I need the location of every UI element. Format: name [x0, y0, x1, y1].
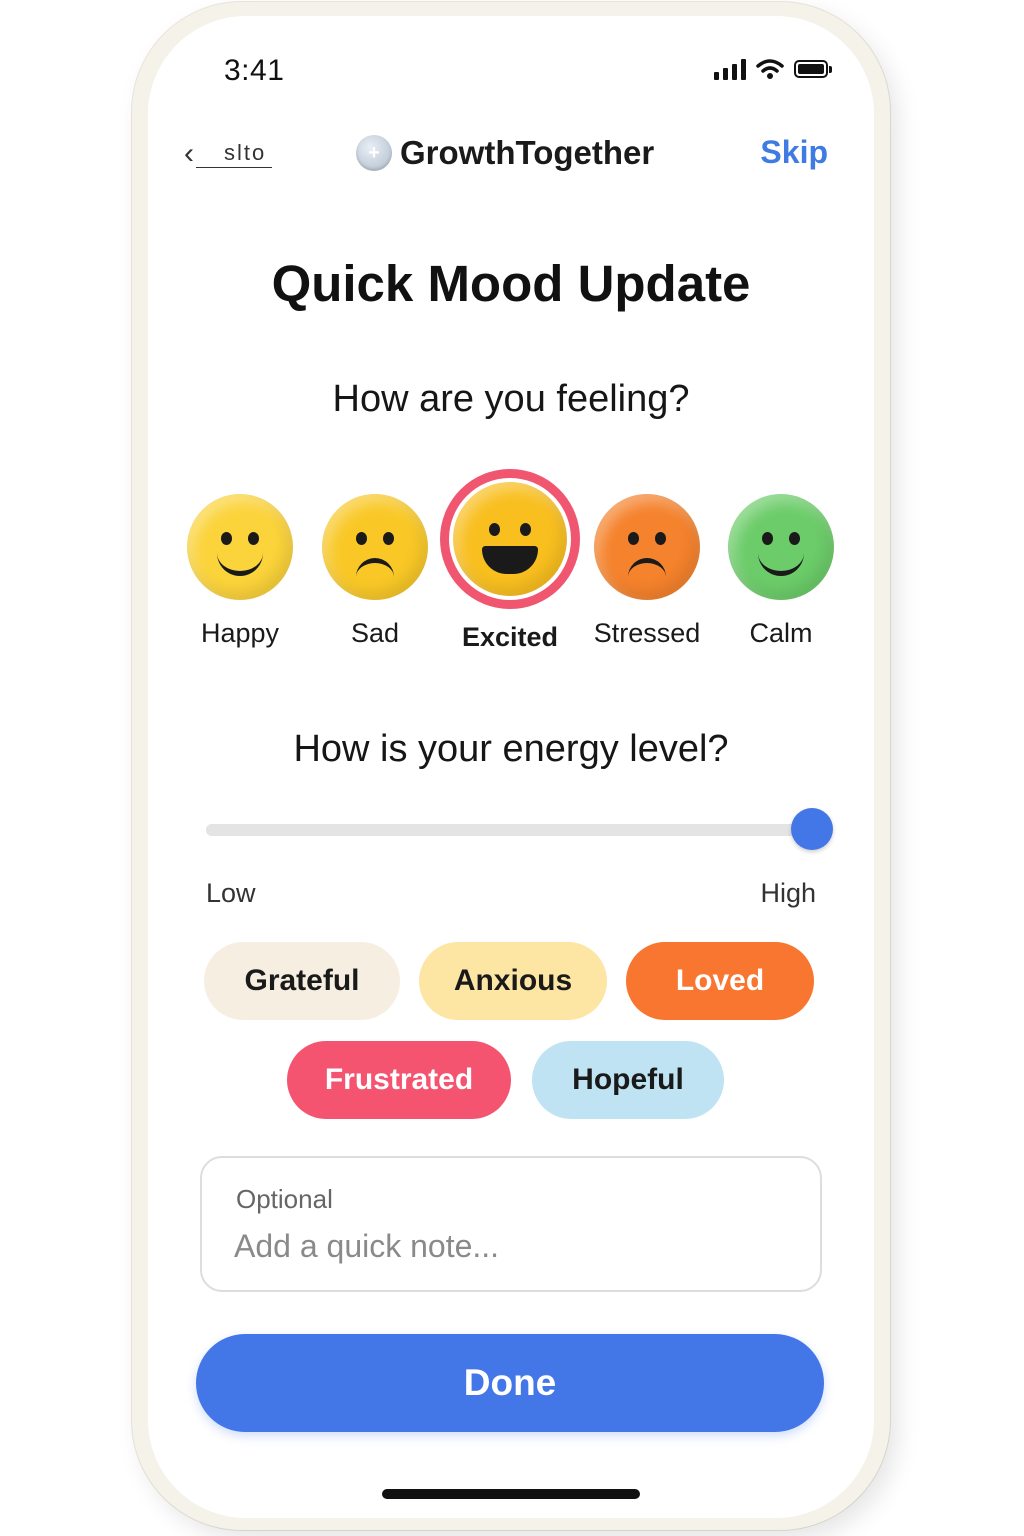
mood-option-happy[interactable]: Happy	[180, 478, 300, 649]
mood-label: Happy	[200, 618, 280, 648]
tag-chip-frustrated[interactable]: Frustrated	[287, 1041, 511, 1119]
tag-chip-anxious[interactable]: Anxious	[419, 942, 607, 1020]
page-title: Quick Mood Update	[271, 255, 751, 312]
status-icons	[714, 58, 832, 80]
home-indicator	[382, 1489, 640, 1499]
smile-face-icon	[728, 494, 834, 600]
brand: + GrowthTogether	[356, 134, 654, 172]
smile-face-icon	[187, 494, 293, 600]
tag-chip-loved[interactable]: Loved	[626, 942, 814, 1020]
frown-face-icon	[594, 494, 700, 600]
slider-fill	[206, 824, 812, 836]
skip-button[interactable]: Skip	[760, 134, 828, 171]
battery-icon	[794, 60, 832, 78]
back-label: slto	[196, 140, 273, 168]
cellular-signal-icon	[714, 58, 746, 80]
energy-question: How is your energy level?	[293, 728, 729, 770]
mood-label: Calm	[749, 618, 813, 648]
big-grin-face-icon	[440, 469, 580, 609]
mood-option-calm[interactable]: Calm	[721, 478, 841, 649]
tag-chip-grateful[interactable]: Grateful	[204, 942, 400, 1020]
mood-option-excited[interactable]: Excited	[440, 469, 580, 653]
top-nav: ‹ slto + GrowthTogether Skip	[148, 134, 874, 178]
slider-min-label: Low	[206, 878, 256, 908]
mood-label: Stressed	[593, 618, 701, 648]
done-button[interactable]: Done	[196, 1334, 824, 1432]
brand-name: GrowthTogether	[400, 134, 655, 171]
frown-face-icon	[322, 494, 428, 600]
tag-chip-hopeful[interactable]: Hopeful	[532, 1041, 724, 1119]
wifi-icon	[756, 59, 784, 79]
mood-option-stressed[interactable]: Stressed	[587, 478, 707, 649]
chevron-left-icon: ‹	[184, 137, 194, 170]
status-time: 3:41	[224, 54, 285, 87]
mood-picker: Happy Sad Excited Stressed Calm	[148, 469, 874, 658]
mood-option-sad[interactable]: Sad	[315, 478, 435, 649]
slider-max-label: High	[760, 878, 816, 908]
energy-slider[interactable]	[206, 808, 833, 852]
back-button[interactable]: ‹ slto	[184, 134, 284, 174]
note-label: Optional	[236, 1184, 333, 1214]
note-field[interactable]: Optional	[200, 1156, 822, 1292]
slider-thumb[interactable]	[791, 808, 833, 850]
mood-label: Sad	[350, 618, 400, 648]
app-screen: 3:41 ‹ slto + GrowthTogether Skip Quick …	[148, 16, 874, 1518]
mood-label: Excited	[461, 622, 559, 652]
brand-logo-icon: +	[356, 135, 392, 171]
feeling-question: How are you feeling?	[332, 378, 690, 420]
note-input[interactable]	[234, 1224, 774, 1268]
